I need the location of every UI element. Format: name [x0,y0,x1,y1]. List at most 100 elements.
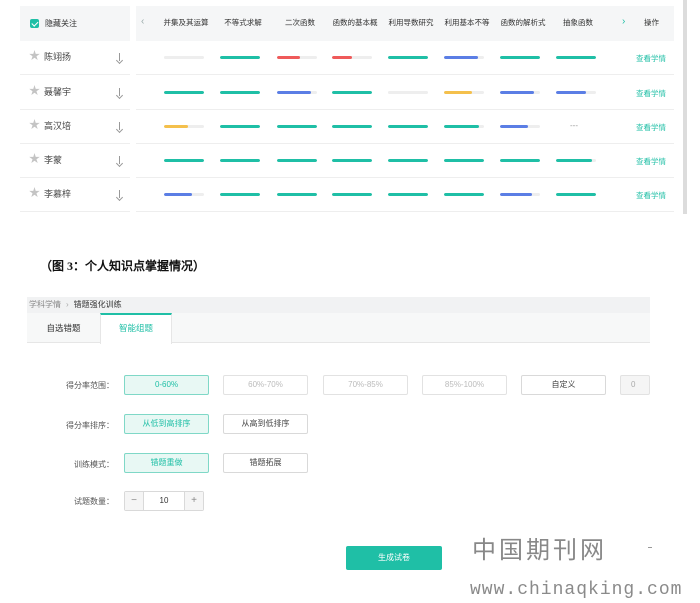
column-header: 利用导数研究 [388,18,434,27]
mastery-bar [556,193,596,196]
column-header: 不等式求解 [224,18,262,27]
table-header: ‹ 并集及其运算 不等式求解 二次函数 函数的基本概 利用导数研究 利用基本不等… [136,6,674,41]
minus-icon[interactable]: − [125,492,144,510]
sort-down-arrow-icon[interactable] [115,122,123,134]
student-row: 陈翊扬 [20,41,130,75]
mastery-bar [556,56,596,59]
scroll-right-chevron-icon[interactable]: › [622,16,625,27]
mastery-bar [500,91,540,94]
mastery-bar-fill [556,159,592,162]
mastery-bar [164,91,204,94]
star-follow-icon[interactable] [29,187,40,198]
sort-high-to-low-button[interactable]: 从高到低排序 [223,414,308,434]
mastery-bar [277,125,317,128]
mastery-bar [444,193,484,196]
score-range-0-60-button[interactable]: 0-60% [124,375,209,395]
breadcrumb-current: 错题强化训练 [73,300,122,309]
breadcrumb-root[interactable]: 学科学情 [29,300,61,309]
view-status-link[interactable]: 查看学情 [636,122,666,133]
mastery-bar-fill [388,159,428,162]
mastery-bar-fill [164,125,188,128]
mastery-bar [220,56,260,59]
star-follow-icon[interactable] [29,119,40,130]
train-mode-label: 训练模式： [74,460,114,469]
checkbox-checked-icon[interactable] [30,19,39,28]
mastery-bar-fill [164,56,168,59]
student-name: 高汉培 [44,121,72,131]
mastery-bar [164,193,204,196]
vertical-scrollbar[interactable] [683,0,687,214]
tab-self-select[interactable]: 自选错题 [27,313,100,343]
mastery-bar-fill [332,193,372,196]
score-range-custom-button[interactable]: 自定义 [521,375,606,395]
mastery-bar-fill [500,56,540,59]
mastery-bar-fill [444,125,480,128]
sort-down-arrow-icon[interactable] [115,88,123,100]
mastery-bar [332,193,372,196]
mastery-bar-fill [388,91,392,94]
view-status-link[interactable]: 查看学情 [636,156,666,167]
mastery-bar-fill [332,159,372,162]
plus-icon[interactable]: + [184,492,203,510]
mastery-bar-fill [388,125,428,128]
mastery-bar-fill [164,193,192,196]
mastery-bar [500,125,540,128]
mastery-bar-fill [500,159,540,162]
mastery-bar [556,91,596,94]
student-row: 聂馨宇 [20,76,130,110]
view-status-link[interactable]: 查看学情 [636,190,666,201]
generate-paper-button[interactable]: 生成试卷 [346,546,442,570]
view-status-link[interactable]: 查看学情 [636,88,666,99]
mastery-bar [388,125,428,128]
mastery-bar [277,91,317,94]
mastery-bar-fill [332,56,352,59]
student-row: 李蒙 [20,144,130,178]
hide-follow-toggle[interactable]: 隐藏关注 [20,6,130,41]
custom-range-min-input[interactable]: 0 [620,375,650,395]
star-follow-icon[interactable] [29,50,40,61]
question-count-value[interactable]: 10 [144,492,184,510]
score-range-70-85-button[interactable]: 70%-85% [323,375,408,395]
mastery-bar [220,91,260,94]
mastery-bar [164,159,204,162]
mastery-bar-fill [388,56,428,59]
mastery-bar [332,159,372,162]
mode-extend-button[interactable]: 错题拓展 [223,453,308,473]
view-status-link[interactable]: 查看学情 [636,53,666,64]
star-follow-icon[interactable] [29,153,40,164]
score-range-85-100-button[interactable]: 85%-100% [422,375,507,395]
mastery-bar [332,91,372,94]
mastery-bar [500,159,540,162]
mastery-bar [388,91,428,94]
mode-redo-button[interactable]: 错题重做 [124,453,209,473]
mastery-bar-fill [220,91,260,94]
mastery-bar-fill [500,91,534,94]
table-row: 查看学情 [136,76,674,110]
sort-low-to-high-button[interactable]: 从低到高排序 [124,414,209,434]
student-row: 李慕梓 [20,178,130,212]
mastery-bar-fill [164,159,204,162]
mastery-bar [444,56,484,59]
score-range-label: 得分率范围： [66,381,114,390]
sort-down-arrow-icon[interactable] [115,156,123,168]
figure-caption: （图 3：个人知识点掌握情况） [40,259,206,273]
scroll-left-chevron-icon[interactable]: ‹ [141,16,144,27]
tab-smart-compose[interactable]: 智能组题 [100,313,172,344]
student-name: 李慕梓 [44,189,72,199]
mastery-bar-fill [444,56,478,59]
table-row: --- 查看学情 [136,110,674,144]
question-count-label: 试题数量： [74,497,114,506]
student-row: 高汉培 [20,110,130,144]
mastery-bar-fill [277,193,317,196]
mastery-bar-fill [500,193,532,196]
star-follow-icon[interactable] [29,85,40,96]
sort-down-arrow-icon[interactable] [115,190,123,202]
watermark-url: www.chinaqking.com [470,580,683,600]
mastery-bar-fill [220,193,260,196]
sort-down-arrow-icon[interactable] [115,53,123,65]
score-range-60-70-button[interactable]: 60%-70% [223,375,308,395]
column-header: 抽象函数 [563,18,593,27]
mastery-bar-fill [444,159,484,162]
student-name: 李蒙 [44,155,63,165]
mastery-bar [220,159,260,162]
